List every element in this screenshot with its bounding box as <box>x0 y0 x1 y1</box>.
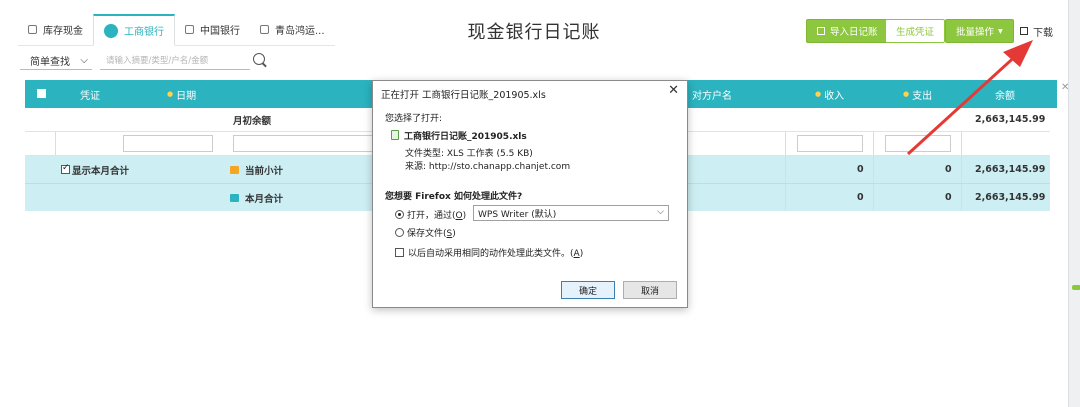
filter-input[interactable] <box>885 135 951 152</box>
column-divider <box>873 156 874 183</box>
option-label: ) <box>462 211 467 221</box>
option-label: ) <box>579 249 584 259</box>
filter-input[interactable] <box>233 135 373 152</box>
column-divider <box>785 184 786 211</box>
header-expense[interactable]: ● 支出 <box>903 80 932 108</box>
required-star-icon: ● <box>903 90 910 98</box>
option-label: ) <box>452 229 456 239</box>
open-with-app-select[interactable]: WPS Writer (默认) ⌵ <box>473 205 669 221</box>
open-with-radio[interactable] <box>395 210 404 219</box>
monthtotal-expense: 0 <box>945 192 952 203</box>
option-label: 以后自动采用相同的动作处理此类文件。( <box>408 249 574 259</box>
header-label: 对方户名 <box>692 90 732 102</box>
header-income[interactable]: ● 收入 <box>815 80 844 108</box>
ok-button[interactable]: 确定 <box>561 281 615 299</box>
column-divider <box>55 132 56 155</box>
auto-action-option[interactable]: 以后自动采用相同的动作处理此类文件。(A) <box>395 246 583 259</box>
side-tab-handle[interactable] <box>1072 285 1080 290</box>
cancel-button[interactable]: 取消 <box>623 281 677 299</box>
search-mode-select[interactable]: 简单查找 ⌵ <box>20 52 92 70</box>
header-label: 收入 <box>824 90 845 102</box>
chevron-down-icon: ⌵ <box>657 207 664 217</box>
subtotal-icon <box>230 165 239 174</box>
app-selected: WPS Writer (默认) <box>478 209 557 220</box>
column-divider <box>873 184 874 211</box>
column-divider <box>961 132 962 155</box>
subtotal-label: 当前小计 <box>245 165 284 177</box>
filter-input[interactable] <box>123 135 213 152</box>
dialog-title: 正在打开 工商银行日记账_201905.xls <box>381 90 546 101</box>
header-date[interactable]: ● 日期 <box>167 80 196 108</box>
import-icon <box>817 27 825 35</box>
show-month-total-toggle[interactable]: 显示本月合计 <box>61 156 129 183</box>
option-label: 打开，通过( <box>407 211 456 221</box>
show-month-total-checkbox[interactable] <box>61 163 70 174</box>
header-label: 凭证 <box>80 90 100 102</box>
file-icon <box>391 130 399 140</box>
chevron-down-icon: ⌵ <box>80 55 88 66</box>
auto-action-checkbox[interactable] <box>395 248 404 257</box>
dialog-question: 您想要 Firefox 如何处理此文件? <box>385 192 523 202</box>
save-file-option[interactable]: 保存文件(S) <box>395 226 456 239</box>
header-label: 支出 <box>912 90 933 102</box>
header-label: 余额 <box>995 90 1015 102</box>
open-with-option[interactable]: 打开，通过(O) <box>395 208 466 221</box>
column-divider <box>961 156 962 183</box>
search-icon[interactable] <box>253 53 265 65</box>
search-input[interactable] <box>100 52 250 70</box>
column-divider <box>961 184 962 211</box>
close-icon[interactable]: ✕ <box>1061 82 1069 93</box>
import-journal-button[interactable]: 导入日记账 <box>806 19 889 43</box>
subtotal-balance: 2,663,145.99 <box>975 164 1046 175</box>
subtotal-label-cell: 当前小计 <box>230 156 283 183</box>
chevron-down-icon: ▾ <box>998 25 1003 37</box>
required-star-icon: ● <box>167 90 174 98</box>
header-balance[interactable]: 余额 <box>995 80 1015 108</box>
arrow-head <box>1003 40 1033 67</box>
close-icon[interactable]: ✕ <box>668 83 679 98</box>
download-label: 下载 <box>1033 27 1053 39</box>
column-divider <box>873 132 874 155</box>
side-panel-strip: ✕ <box>1061 0 1080 407</box>
monthtotal-income: 0 <box>857 192 864 203</box>
month-total-icon <box>230 193 239 202</box>
search-mode-label: 简单查找 <box>30 57 70 68</box>
show-month-label: 显示本月合计 <box>72 165 130 177</box>
import-label: 导入日记账 <box>830 27 878 38</box>
column-divider <box>785 156 786 183</box>
subtotal-income: 0 <box>857 164 864 175</box>
monthtotal-label: 本月合计 <box>245 193 284 205</box>
chosen-label: 您选择了打开: <box>385 114 443 124</box>
monthtotal-label-cell: 本月合计 <box>230 184 283 211</box>
required-star-icon: ● <box>815 90 822 98</box>
option-label: 保存文件( <box>407 229 447 239</box>
accesskey: O <box>455 211 463 221</box>
header-voucher[interactable]: 凭证 <box>80 80 100 108</box>
app-page: 库存现金 工商银行 中国银行 青岛鸿运... 现金银行日记账 导入日记账 生成凭… <box>0 0 1068 407</box>
opening-label: 月初余额 <box>233 115 272 127</box>
generate-voucher-button[interactable]: 生成凭证 <box>885 19 946 43</box>
header-counterparty[interactable]: 对方户名 <box>692 80 732 108</box>
column-divider <box>785 132 786 155</box>
opening-balance: 2,663,145.99 <box>975 114 1046 125</box>
batch-label: 批量操作 <box>956 27 995 38</box>
monthtotal-balance: 2,663,145.99 <box>975 192 1046 203</box>
open-file-dialog: 正在打开 工商银行日记账_201905.xls ✕ 您选择了打开: 工商银行日记… <box>372 80 688 308</box>
save-file-radio[interactable] <box>395 228 404 237</box>
file-name: 工商银行日记账_201905.xls <box>404 132 527 142</box>
select-all-checkbox[interactable] <box>37 89 46 98</box>
header-label: 日期 <box>176 90 197 102</box>
file-type: 文件类型: XLS 工作表 (5.5 KB) <box>405 149 533 159</box>
subtotal-expense: 0 <box>945 164 952 175</box>
download-button[interactable]: 下载 <box>1020 21 1053 41</box>
save-icon <box>1020 27 1028 35</box>
filter-input[interactable] <box>797 135 863 152</box>
file-source: 来源: http://sto.chanapp.chanjet.com <box>405 162 571 172</box>
voucher-label: 生成凭证 <box>896 27 935 38</box>
batch-operation-button[interactable]: 批量操作 ▾ <box>945 19 1014 43</box>
file-name-row: 工商银行日记账_201905.xls <box>391 129 527 142</box>
